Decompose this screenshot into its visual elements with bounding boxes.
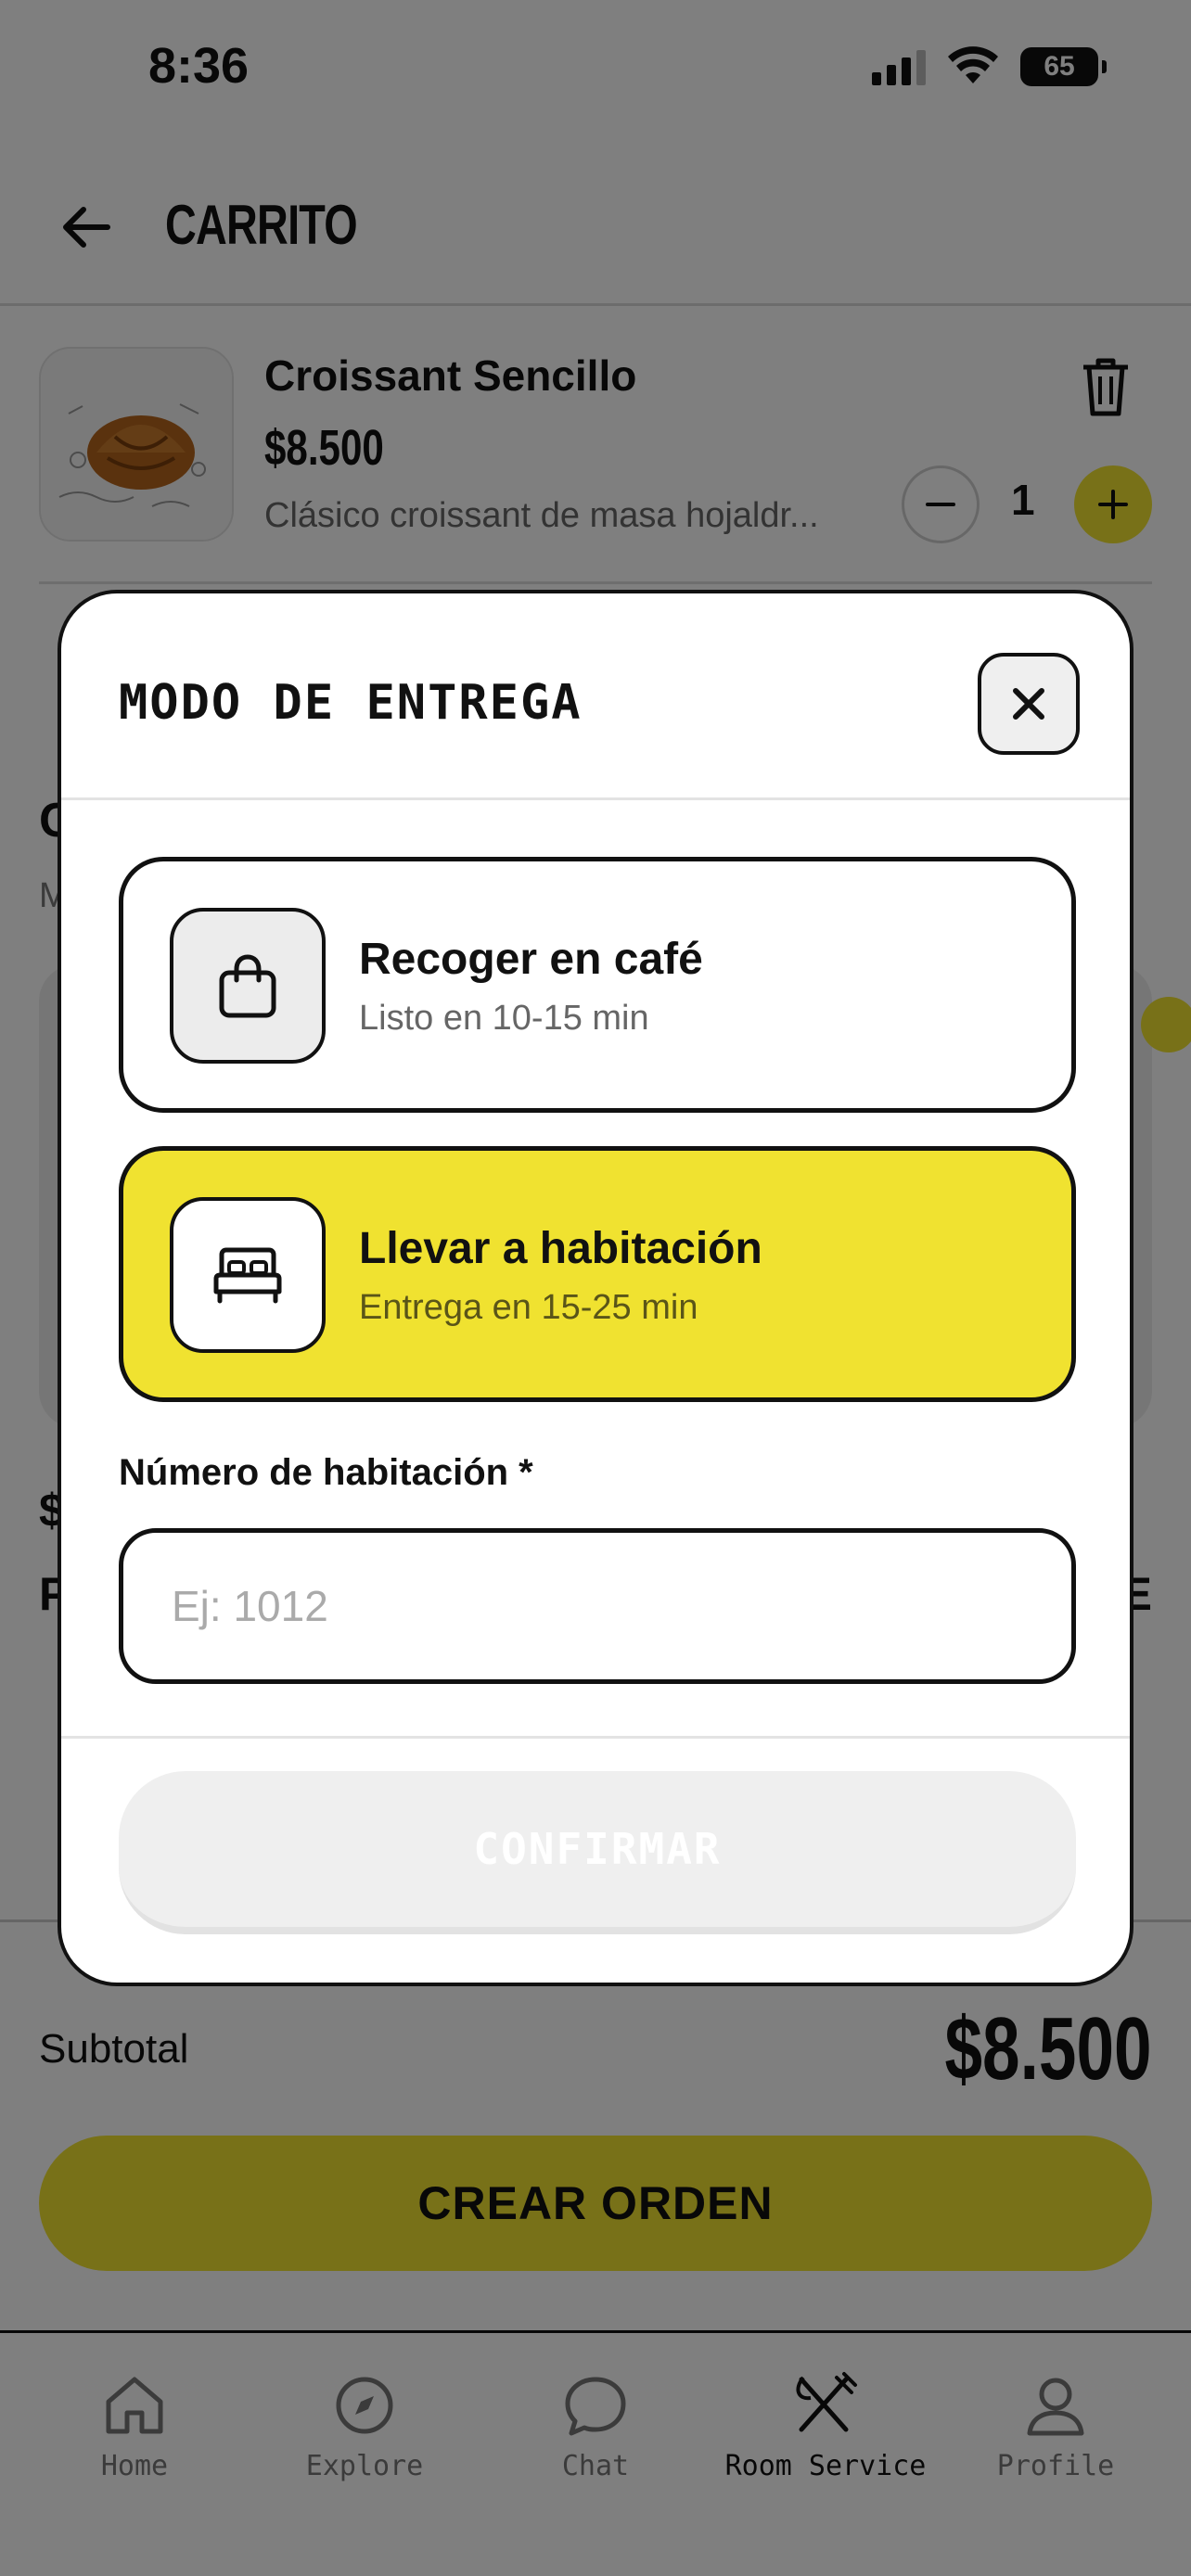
delivery-mode-modal: MODO DE ENTREGA Recoger en café Listo en… [58, 590, 1133, 1986]
close-icon [1013, 688, 1044, 720]
close-button[interactable] [978, 653, 1080, 755]
modal-divider [61, 797, 1130, 800]
room-delivery-option[interactable]: Llevar a habitación Entrega en 15-25 min [119, 1146, 1076, 1402]
option-icon-container [170, 1197, 326, 1353]
option-title: Llevar a habitación [359, 1224, 762, 1273]
pickup-option[interactable]: Recoger en café Listo en 10-15 min [119, 857, 1076, 1113]
cart-screen: 8:36 65 CARRITO [0, 0, 1191, 2576]
option-subtitle: Entrega en 15-25 min [359, 1288, 698, 1327]
option-icon-container [170, 908, 326, 1064]
bed-icon [213, 1247, 282, 1304]
confirm-button[interactable]: CONFIRMAR [119, 1771, 1076, 1934]
room-number-label: Número de habitación * [119, 1452, 533, 1493]
option-subtitle: Listo en 10-15 min [359, 999, 649, 1038]
room-number-input[interactable] [119, 1528, 1076, 1684]
modal-title: MODO DE ENTREGA [119, 675, 583, 731]
modal-divider [61, 1736, 1130, 1739]
shopping-bag-icon [219, 954, 276, 1018]
option-title: Recoger en café [359, 935, 703, 984]
